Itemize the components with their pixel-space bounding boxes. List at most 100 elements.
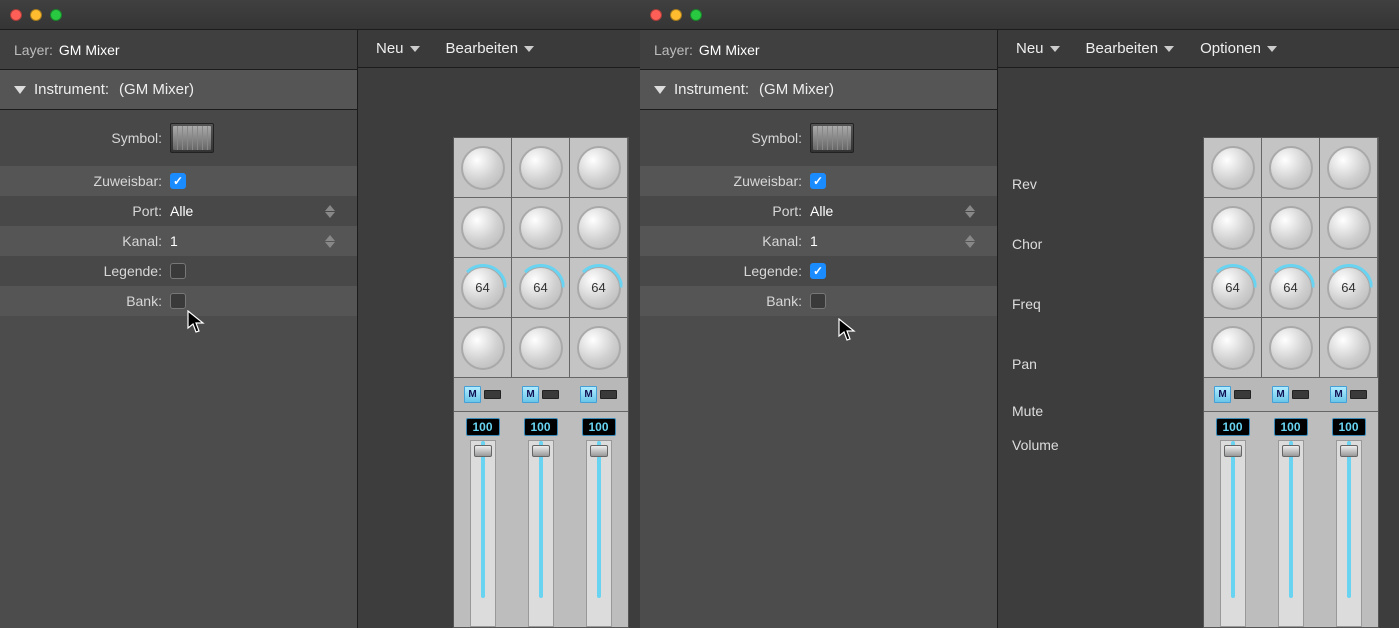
rotary-knob[interactable] — [519, 326, 563, 370]
fader-cap-icon[interactable] — [1224, 445, 1242, 457]
fader-cap-icon[interactable] — [532, 445, 550, 457]
disclosure-triangle-icon[interactable] — [654, 86, 666, 94]
fader-cap-icon[interactable] — [1340, 445, 1358, 457]
knob-cell: 64 — [1204, 258, 1262, 318]
fader[interactable] — [528, 440, 554, 627]
titlebar[interactable] — [0, 0, 640, 30]
rotary-knob[interactable] — [1211, 326, 1255, 370]
channel-strip[interactable]: 64M100 — [454, 138, 512, 627]
zuweisbar-checkbox[interactable] — [170, 173, 186, 189]
fader[interactable] — [1220, 440, 1246, 627]
port-stepper[interactable] — [325, 205, 335, 218]
pane-left: Layer: GM Mixer Instrument: (GM Mixer) S… — [0, 0, 640, 628]
fader[interactable] — [586, 440, 612, 627]
mute-button[interactable]: M — [1272, 386, 1289, 403]
prop-zuweisbar: Zuweisbar: — [0, 166, 357, 196]
rotary-knob[interactable] — [1269, 206, 1313, 250]
window-close-icon[interactable] — [10, 9, 22, 21]
legende-checkbox[interactable] — [170, 263, 186, 279]
zuweisbar-checkbox[interactable] — [810, 173, 826, 189]
channel-strip[interactable]: 64M100 — [1204, 138, 1262, 627]
menu-neu[interactable]: Neu — [364, 36, 432, 61]
layer-row: Layer: GM Mixer — [640, 30, 997, 70]
bank-checkbox[interactable] — [170, 293, 186, 309]
rotary-knob[interactable]: 64 — [1211, 266, 1255, 310]
rotary-knob[interactable]: 64 — [1269, 266, 1313, 310]
menu-optionen[interactable]: Optionen — [1188, 36, 1289, 61]
main-stage[interactable]: Neu Bearbeiten 64M10064M10064M100 — [358, 30, 640, 628]
mute-button[interactable]: M — [522, 386, 539, 403]
legende-checkbox[interactable] — [810, 263, 826, 279]
rotary-knob[interactable] — [519, 146, 563, 190]
rotary-knob[interactable] — [461, 146, 505, 190]
channel-strip[interactable]: 64M100 — [512, 138, 570, 627]
window-minimize-icon[interactable] — [670, 9, 682, 21]
main-stage[interactable]: Neu Bearbeiten Optionen RevChorFreqPanMu… — [998, 30, 1399, 628]
layer-value[interactable]: GM Mixer — [699, 42, 760, 58]
rotary-knob[interactable] — [1269, 146, 1313, 190]
fader-cap-icon[interactable] — [590, 445, 608, 457]
legend-label: Chor — [1012, 214, 1059, 274]
fader[interactable] — [1336, 440, 1362, 627]
fader[interactable] — [1278, 440, 1304, 627]
rotary-knob[interactable]: 64 — [461, 266, 505, 310]
instrument-row[interactable]: Instrument: (GM Mixer) — [0, 70, 357, 110]
instrument-value[interactable]: (GM Mixer) — [119, 81, 194, 98]
legend-label: Rev — [1012, 154, 1059, 214]
knob-cell — [1204, 318, 1262, 378]
gm-mixer-object[interactable]: 64M10064M10064M100 — [453, 137, 629, 628]
gm-mixer-object[interactable]: 64M10064M10064M100 — [1203, 137, 1379, 628]
rotary-knob[interactable] — [461, 326, 505, 370]
rotary-knob[interactable] — [577, 206, 621, 250]
mixer-icon[interactable] — [810, 123, 854, 153]
window-zoom-icon[interactable] — [690, 9, 702, 21]
rotary-knob[interactable] — [1327, 326, 1371, 370]
rotary-knob[interactable] — [1211, 206, 1255, 250]
menu-bearbeiten[interactable]: Bearbeiten — [434, 36, 547, 61]
kanal-stepper[interactable] — [965, 235, 975, 248]
bank-checkbox[interactable] — [810, 293, 826, 309]
rotary-knob[interactable] — [1327, 206, 1371, 250]
rotary-knob[interactable]: 64 — [1327, 266, 1371, 310]
rotary-knob[interactable] — [1211, 146, 1255, 190]
menu-neu[interactable]: Neu — [1004, 36, 1072, 61]
channel-strip[interactable]: 64M100 — [1320, 138, 1378, 627]
kanal-value[interactable]: 1 — [170, 233, 178, 249]
rotary-knob[interactable] — [1269, 326, 1313, 370]
rotary-knob[interactable] — [577, 146, 621, 190]
instrument-value[interactable]: (GM Mixer) — [759, 81, 834, 98]
mute-button[interactable]: M — [1330, 386, 1347, 403]
rotary-knob[interactable]: 64 — [519, 266, 563, 310]
mute-button[interactable]: M — [464, 386, 481, 403]
mute-button[interactable]: M — [580, 386, 597, 403]
window-zoom-icon[interactable] — [50, 9, 62, 21]
knob-value: 64 — [463, 268, 503, 308]
instrument-row[interactable]: Instrument: (GM Mixer) — [640, 70, 997, 110]
mixer-icon[interactable] — [170, 123, 214, 153]
kanal-stepper[interactable] — [325, 235, 335, 248]
menu-bearbeiten[interactable]: Bearbeiten — [1074, 36, 1187, 61]
port-value[interactable]: Alle — [170, 203, 193, 219]
level-indicator — [484, 390, 501, 399]
port-stepper[interactable] — [965, 205, 975, 218]
rotary-knob[interactable] — [577, 326, 621, 370]
disclosure-triangle-icon[interactable] — [14, 86, 26, 94]
window-close-icon[interactable] — [650, 9, 662, 21]
titlebar[interactable] — [640, 0, 1399, 30]
fader-cap-icon[interactable] — [474, 445, 492, 457]
prop-legende: Legende: — [640, 256, 997, 286]
fader-cap-icon[interactable] — [1282, 445, 1300, 457]
rotary-knob[interactable] — [461, 206, 505, 250]
channel-strip[interactable]: 64M100 — [1262, 138, 1320, 627]
rotary-knob[interactable] — [519, 206, 563, 250]
fader[interactable] — [470, 440, 496, 627]
prop-kanal: Kanal: 1 — [640, 226, 997, 256]
rotary-knob[interactable]: 64 — [577, 266, 621, 310]
mute-button[interactable]: M — [1214, 386, 1231, 403]
kanal-value[interactable]: 1 — [810, 233, 818, 249]
port-value[interactable]: Alle — [810, 203, 833, 219]
channel-strip[interactable]: 64M100 — [570, 138, 628, 627]
rotary-knob[interactable] — [1327, 146, 1371, 190]
layer-value[interactable]: GM Mixer — [59, 42, 120, 58]
window-minimize-icon[interactable] — [30, 9, 42, 21]
